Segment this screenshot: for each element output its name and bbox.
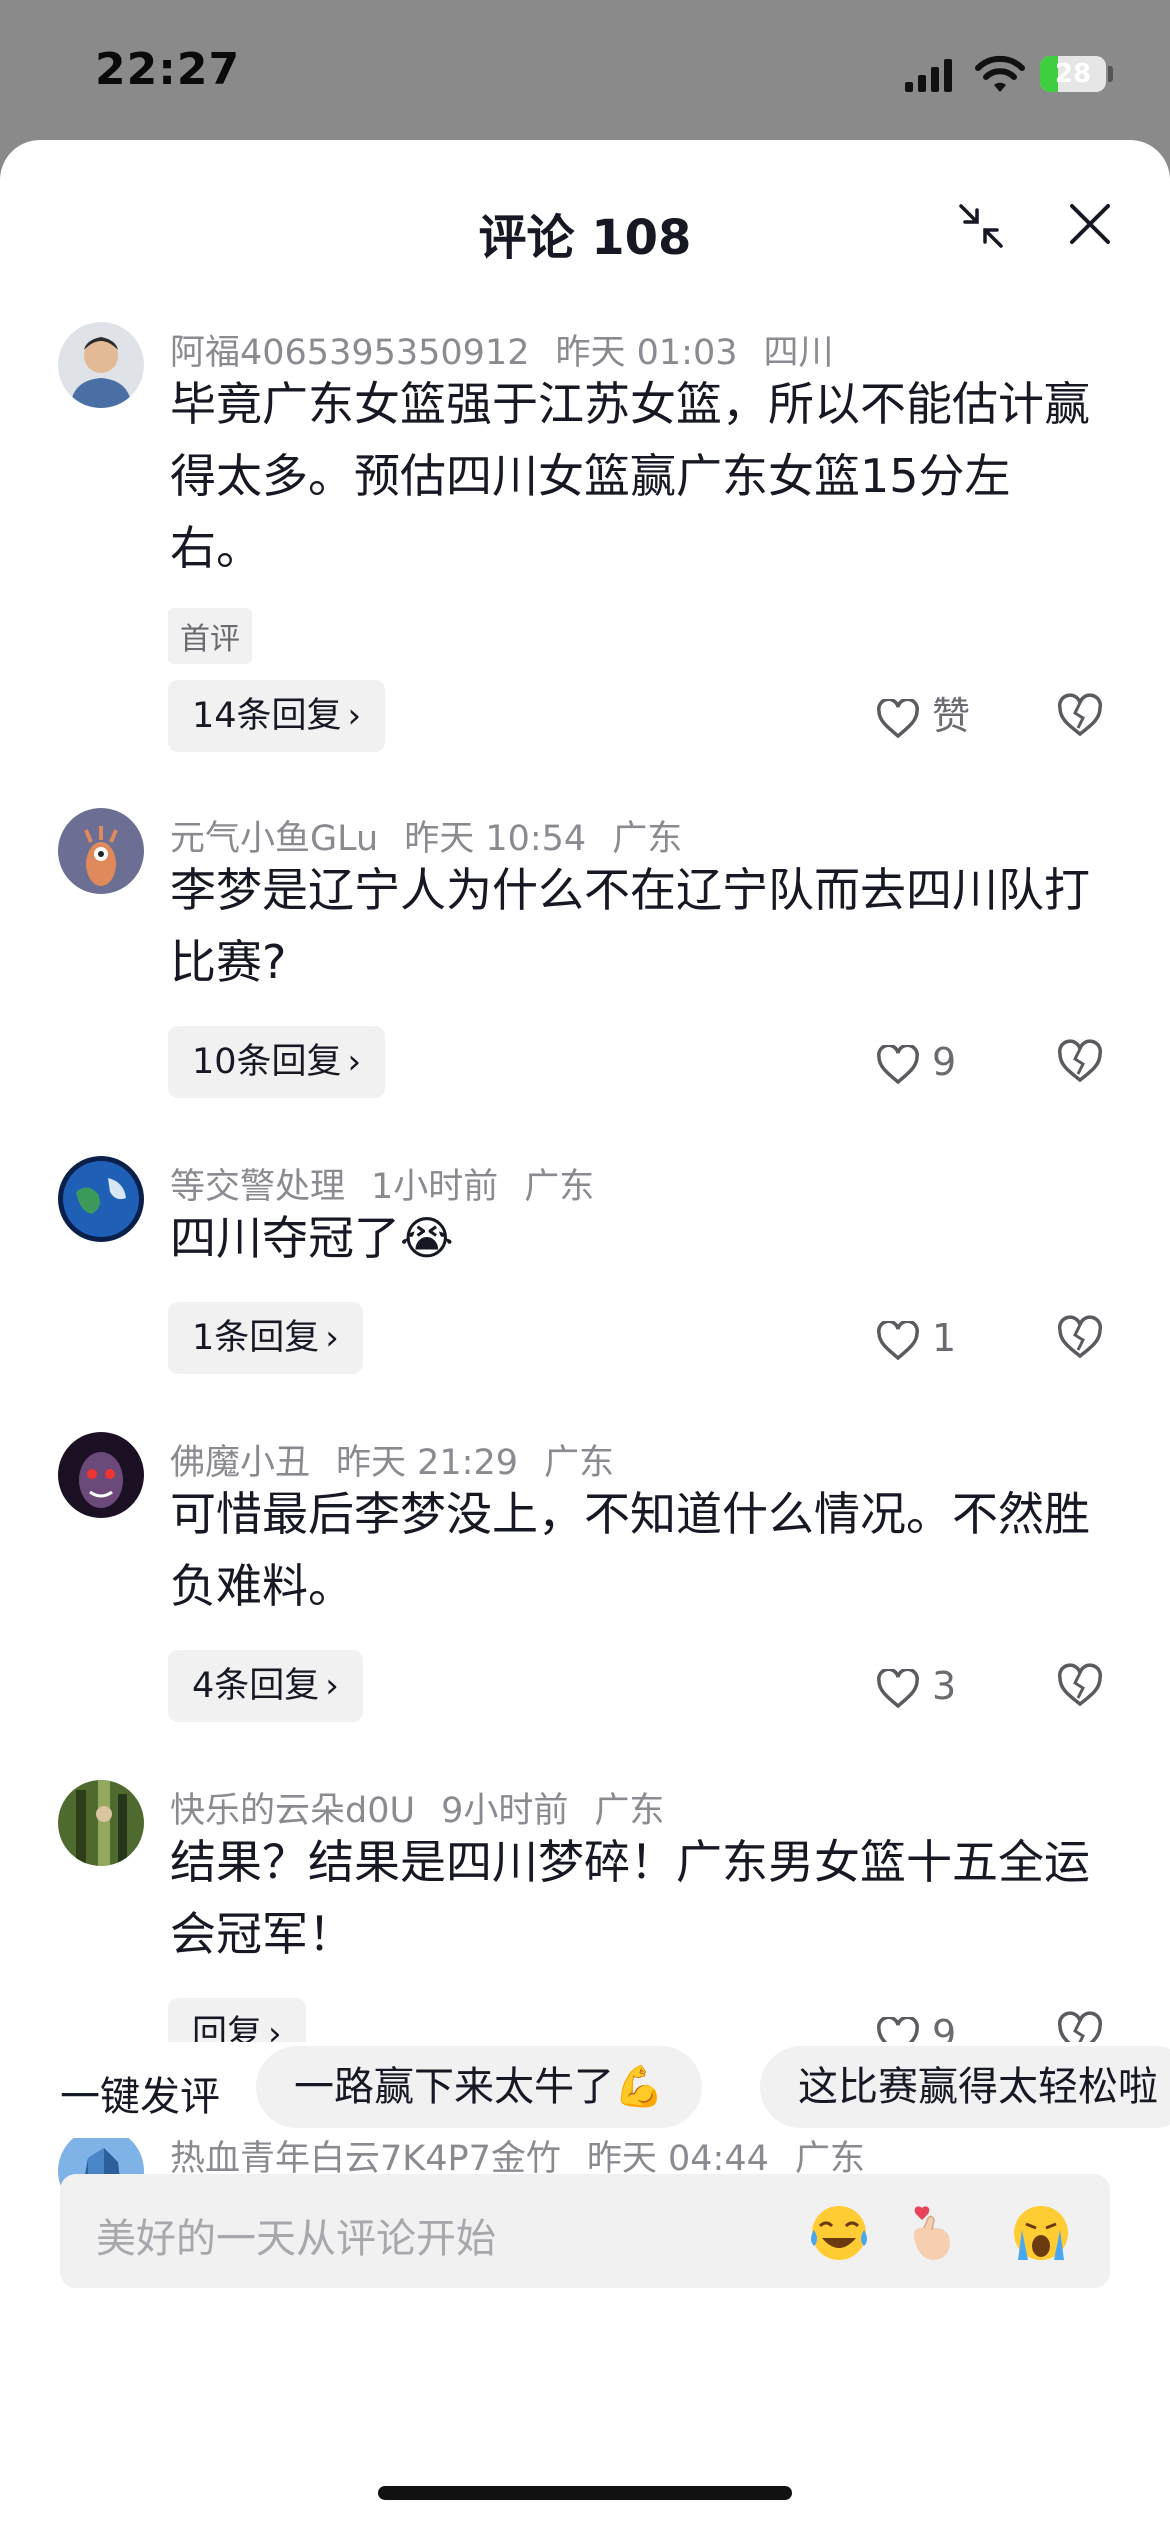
comment-location: 广东 [544, 1443, 615, 1483]
quick-comment-bar: 一键发评 一路赢下来太牛了💪 这比赛赢得太轻松啦 [0, 2042, 1170, 2138]
broken-heart-icon[interactable] [1056, 1662, 1104, 1710]
heart-icon [877, 1667, 919, 1708]
username[interactable]: 阿福4065395350912 [170, 333, 530, 373]
wifi-icon [975, 55, 1025, 92]
broken-heart-icon[interactable] [1056, 1038, 1104, 1086]
quick-comment-chip[interactable]: 这比赛赢得太轻松啦 [760, 2046, 1170, 2128]
quick-comment-label: 一键发评 [60, 2074, 220, 2120]
home-indicator[interactable] [378, 2486, 792, 2500]
comment-text[interactable]: 结果？结果是四川梦碎！广东男女篮十五全运会冠军！ [170, 1826, 1090, 1970]
reply-count: 4条回复 [192, 1666, 320, 1706]
comment-text[interactable]: 毕竟广东女篮强于江苏女篮，所以不能估计赢得太多。预估四川女篮赢广东女篮15分左右… [170, 368, 1090, 584]
like-count: 1 [932, 1316, 957, 1360]
heart-icon [877, 697, 919, 738]
chevron-right-icon: › [347, 1042, 362, 1082]
comment-time: 昨天 10:54 [404, 819, 587, 859]
avatar[interactable] [58, 322, 144, 408]
username[interactable]: 热血青年白云7K4P7金竹 [170, 2139, 561, 2179]
status-time: 22:27 [95, 44, 241, 95]
battery-level: 28 [1054, 59, 1092, 89]
avatar[interactable] [58, 1156, 144, 1242]
comment-time: 昨天 04:44 [586, 2139, 769, 2179]
like-count: 赞 [932, 694, 971, 738]
comment-input[interactable]: 美好的一天从评论开始 [60, 2174, 1110, 2288]
cellular-signal-icon [905, 59, 952, 92]
comment-location: 广东 [794, 2139, 865, 2179]
like-count: 9 [932, 1040, 957, 1084]
chevron-right-icon: › [325, 1666, 339, 1706]
laugh-cry-emoji-icon[interactable] [806, 2200, 872, 2266]
comment-location: 广东 [524, 1167, 595, 1207]
reply-count: 14条回复 [192, 696, 342, 736]
like-button[interactable]: 3 [876, 1650, 956, 1722]
chevron-right-icon: › [325, 1318, 339, 1358]
heart-icon [877, 1043, 919, 1084]
view-replies-button[interactable]: 1条回复 › [168, 1302, 363, 1374]
battery-indicator: 28 [1040, 56, 1106, 92]
finger-heart-emoji-icon[interactable] [898, 2200, 964, 2266]
quick-comment-chip[interactable]: 一路赢下来太牛了💪 [256, 2046, 702, 2128]
heart-icon [877, 1319, 919, 1360]
like-button[interactable]: 赞 [876, 680, 970, 752]
avatar[interactable] [58, 1780, 144, 1866]
comment-input-placeholder: 美好的一天从评论开始 [96, 2216, 496, 2262]
comment-text[interactable]: 四川夺冠了😭 [170, 1202, 1090, 1274]
username[interactable]: 佛魔小丑 [170, 1443, 310, 1483]
reply-count: 10条回复 [192, 1042, 342, 1082]
comment-text[interactable]: 可惜最后李梦没上，不知道什么情况。不然胜负难料。 [170, 1478, 1090, 1622]
comment-time: 昨天 21:29 [336, 1443, 519, 1483]
reply-count: 1条回复 [192, 1318, 320, 1358]
comment-location: 广东 [612, 819, 683, 859]
comment-location: 广东 [594, 1791, 665, 1831]
like-count: 3 [932, 1664, 957, 1708]
close-icon[interactable] [1064, 198, 1116, 250]
view-replies-button[interactable]: 10条回复 › [168, 1026, 386, 1098]
username[interactable]: 快乐的云朵d0U [170, 1791, 415, 1831]
status-bar: 22:27 28 [0, 0, 1170, 150]
username[interactable]: 等交警处理 [170, 1167, 345, 1207]
avatar[interactable] [58, 1432, 144, 1518]
comment-time: 9小时前 [441, 1791, 569, 1831]
broken-heart-icon[interactable] [1056, 692, 1104, 740]
avatar[interactable] [58, 808, 144, 894]
collapse-icon[interactable] [955, 200, 1007, 252]
comment-time: 1小时前 [371, 1167, 499, 1207]
comment-location: 四川 [763, 333, 834, 373]
comment-list[interactable]: 阿福4065395350912 昨天 01:03 四川 毕竟广东女篮强于江苏女篮，所… [0, 140, 1170, 2190]
username[interactable]: 元气小鱼GLu [170, 819, 378, 859]
crying-emoji-icon[interactable] [1008, 2200, 1074, 2266]
comment-text[interactable]: 李梦是辽宁人为什么不在辽宁队而去四川队打比赛? [170, 854, 1090, 998]
like-button[interactable]: 9 [876, 1026, 956, 1098]
view-replies-button[interactable]: 4条回复 › [168, 1650, 363, 1722]
comment-time: 昨天 01:03 [555, 333, 738, 373]
like-button[interactable]: 1 [876, 1302, 956, 1374]
view-replies-button[interactable]: 14条回复 › [168, 680, 386, 752]
battery-cap [1108, 66, 1113, 82]
broken-heart-icon[interactable] [1056, 1314, 1104, 1362]
first-comment-tag: 首评 [168, 608, 252, 664]
chevron-right-icon: › [347, 696, 362, 736]
